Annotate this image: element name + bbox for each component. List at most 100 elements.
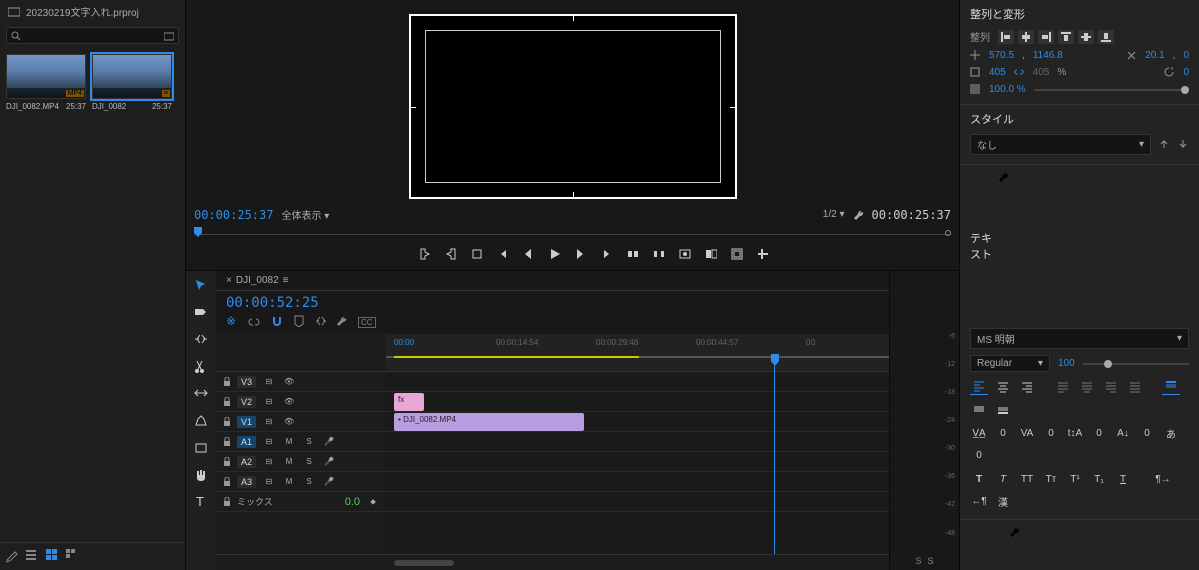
link-icon[interactable]	[248, 315, 260, 330]
media-thumb[interactable]: ≡ DJI_008225:37	[92, 54, 172, 111]
align-center-h-icon[interactable]	[1018, 30, 1034, 44]
subscript-icon[interactable]: T₁	[1090, 471, 1108, 487]
list-view-icon[interactable]	[26, 549, 38, 564]
kerning-icon[interactable]: VA	[1018, 425, 1036, 441]
timeline-tc[interactable]: 00:00:52:25	[226, 295, 319, 311]
video-clip[interactable]: ▪ DJI_0082.MP4	[394, 413, 584, 431]
align-right-icon[interactable]	[1038, 30, 1054, 44]
pos-x[interactable]: 570.5	[989, 50, 1014, 61]
track-v1-header[interactable]: V1⊟👁	[216, 412, 386, 432]
step-fwd-icon[interactable]	[575, 248, 587, 260]
snap-icon[interactable]: ※	[226, 315, 238, 330]
track-a2-header[interactable]: A2⊟MS🎤	[216, 452, 386, 472]
align-bottom-icon[interactable]	[1098, 30, 1114, 44]
tcy-icon[interactable]: 漢	[994, 493, 1012, 509]
playhead[interactable]	[771, 354, 779, 366]
download-style-icon[interactable]	[1178, 139, 1189, 150]
monitor-tc-left[interactable]: 00:00:25:37	[194, 208, 273, 222]
justify-center-icon[interactable]	[1078, 379, 1096, 395]
mark-in-icon[interactable]	[419, 248, 431, 260]
allcaps-icon[interactable]: TT	[1018, 471, 1036, 487]
write-icon[interactable]	[6, 551, 18, 563]
type-tool[interactable]: T	[194, 495, 208, 512]
align-left-icon[interactable]	[998, 30, 1014, 44]
justify-all-icon[interactable]	[1126, 379, 1144, 395]
smallcaps-icon[interactable]: Tᴛ	[1042, 471, 1060, 487]
opacity-slider[interactable]	[1034, 89, 1189, 91]
freeform-view-icon[interactable]	[66, 549, 78, 564]
align-left-icon[interactable]	[970, 379, 988, 395]
new-bin-icon[interactable]	[164, 31, 174, 41]
justify-right-icon[interactable]	[1102, 379, 1120, 395]
track-v2-header[interactable]: V2⊟👁	[216, 392, 386, 412]
bold-icon[interactable]: T	[970, 471, 988, 487]
selection-tool[interactable]	[194, 279, 208, 296]
opacity-val[interactable]: 100.0 %	[989, 84, 1026, 95]
extract-icon[interactable]	[653, 248, 665, 260]
search-input[interactable]	[21, 30, 164, 41]
graphic-clip[interactable]: fx	[394, 393, 424, 411]
justify-left-icon[interactable]	[1054, 379, 1072, 395]
hand-tool[interactable]	[194, 468, 208, 485]
track-a3-header[interactable]: A3⊟MS🎤	[216, 472, 386, 492]
leading-icon[interactable]: t↕A	[1066, 425, 1084, 441]
track-v3-header[interactable]: V3⊟👁	[216, 372, 386, 392]
align-center-icon[interactable]	[994, 379, 1012, 395]
zoom-handle[interactable]	[394, 560, 454, 566]
step-back-icon[interactable]	[523, 248, 535, 260]
wrench-icon[interactable]	[1009, 526, 1189, 570]
comparison-icon[interactable]	[705, 248, 717, 260]
font-size[interactable]: 100	[1058, 358, 1075, 369]
font-select[interactable]: MS 明朝▾	[970, 328, 1189, 349]
track-content[interactable]: 00:00 00:00:14:54 00:00:29:48 00:00:44:5…	[386, 334, 889, 554]
button-editor-icon[interactable]	[757, 248, 769, 260]
link-icon[interactable]	[1014, 67, 1025, 78]
italic-icon[interactable]: T	[994, 471, 1012, 487]
cc-icon[interactable]: CC	[358, 317, 376, 328]
style-select[interactable]: なし▾	[970, 134, 1151, 155]
rtl-icon[interactable]: ←¶	[970, 493, 988, 509]
razor-tool[interactable]	[194, 360, 208, 377]
ltr-icon[interactable]: ¶→	[1154, 471, 1172, 487]
monitor-tc-right[interactable]: 00:00:25:37	[872, 208, 951, 222]
track-select-tool[interactable]	[194, 306, 208, 323]
fit-dropdown[interactable]: 全体表示 ▾	[281, 207, 329, 222]
play-icon[interactable]	[549, 248, 561, 260]
align-center-v-icon[interactable]	[1078, 30, 1094, 44]
lift-icon[interactable]	[627, 248, 639, 260]
pos-y[interactable]: 1146.8	[1033, 50, 1063, 61]
bottom-align-icon[interactable]	[994, 401, 1012, 417]
monitor-video[interactable]	[409, 14, 737, 199]
align-top-icon[interactable]	[1058, 30, 1074, 44]
zoom-dropdown[interactable]: 1/2 ▾	[823, 209, 845, 220]
icon-view-icon[interactable]	[46, 549, 58, 564]
middle-align-icon[interactable]	[970, 401, 988, 417]
tsume-icon[interactable]: あ	[1162, 425, 1180, 441]
track-mix-header[interactable]: ミックス0.0⬥	[216, 492, 386, 512]
media-thumb[interactable]: MP4 DJI_0082.MP425:37	[6, 54, 86, 111]
tracking-icon[interactable]: V̲A̲	[970, 425, 988, 441]
upload-style-icon[interactable]	[1159, 139, 1170, 150]
ripple-tool[interactable]	[194, 333, 208, 350]
underline-icon[interactable]: T	[1114, 471, 1132, 487]
size-slider[interactable]	[1083, 363, 1189, 365]
magnet-icon[interactable]	[270, 315, 282, 330]
weight-select[interactable]: Regular▾	[970, 355, 1050, 372]
settings-icon[interactable]	[314, 315, 326, 330]
sequence-tab[interactable]: × DJI_0082 ≡	[216, 271, 889, 291]
mark-clip-icon[interactable]	[471, 248, 483, 260]
export-frame-icon[interactable]	[679, 248, 691, 260]
monitor-scrubber[interactable]	[186, 224, 959, 242]
align-right-icon[interactable]	[1018, 379, 1036, 395]
wrench-icon[interactable]	[336, 315, 348, 330]
marker-icon[interactable]	[292, 315, 304, 330]
monitor-playhead[interactable]	[194, 227, 202, 237]
go-out-icon[interactable]	[601, 248, 613, 260]
project-search[interactable]	[6, 27, 179, 44]
top-align-icon[interactable]	[1162, 379, 1180, 395]
go-in-icon[interactable]	[497, 248, 509, 260]
mark-out-icon[interactable]	[445, 248, 457, 260]
pen-tool[interactable]	[194, 414, 208, 431]
superscript-icon[interactable]: T¹	[1066, 471, 1084, 487]
time-ruler[interactable]: 00:00 00:00:14:54 00:00:29:48 00:00:44:5…	[386, 334, 889, 372]
